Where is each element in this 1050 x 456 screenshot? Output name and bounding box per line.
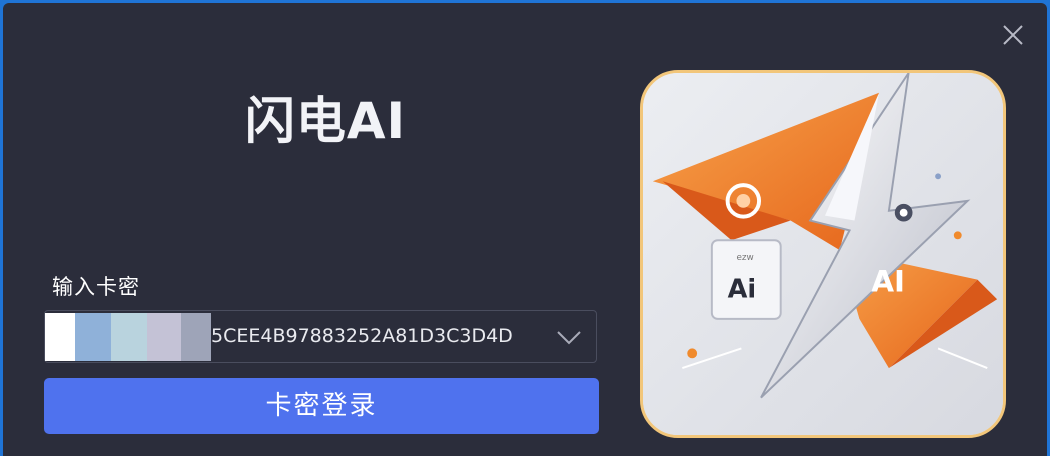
card-key-login-button[interactable]: 卡密登录: [44, 378, 599, 434]
login-window: 闪电AI 输入卡密 5CEE4B97883252A81D3C3D4D 卡密登录: [3, 3, 1047, 456]
card-key-value: 5CEE4B97883252A81D3C3D4D: [211, 325, 513, 347]
card-key-select[interactable]: 5CEE4B97883252A81D3C3D4D: [44, 310, 597, 363]
close-button[interactable]: [1001, 23, 1025, 47]
chevron-down-icon: [557, 331, 581, 345]
lightning-logo-art: ezw Ai AI: [643, 73, 1003, 435]
close-icon: [1003, 25, 1023, 45]
redacted-mosaic: [45, 313, 223, 361]
card-key-label: 输入卡密: [52, 275, 140, 299]
dropdown-toggle[interactable]: [556, 326, 582, 348]
app-logo: ezw Ai AI: [640, 70, 1006, 438]
chip-small-text: ezw: [736, 253, 753, 263]
wing-ai-text: AI: [871, 264, 905, 298]
chip-ai-text: Ai: [728, 274, 757, 304]
app-title: 闪电AI: [244, 92, 407, 150]
